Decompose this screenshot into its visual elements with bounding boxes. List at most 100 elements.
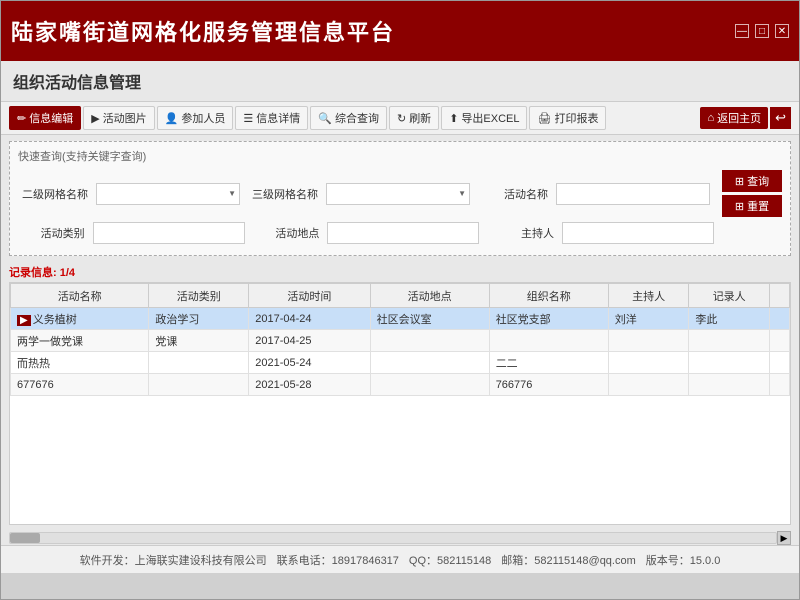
search-area: 快速查询(支持关键字查询) 二级网格名称 三级网格名称 活动名称 ⊞ 查询 bbox=[9, 141, 791, 256]
tab-comprehensive-query[interactable]: 🔍 综合查询 bbox=[310, 106, 387, 130]
app-title: 陆家嘴街道网格化服务管理信息平台 bbox=[11, 15, 395, 47]
cell-name: 677676 bbox=[11, 374, 149, 396]
level2-grid-select[interactable] bbox=[96, 183, 240, 205]
table-container[interactable]: 活动名称 活动类别 活动时间 活动地点 组织名称 主持人 记录人 ▶义务植树政治… bbox=[9, 282, 791, 525]
export-excel-label: 导出EXCEL bbox=[461, 110, 519, 126]
cell-recorder: 李此 bbox=[689, 308, 770, 330]
reset-btn[interactable]: ⊞ 重置 bbox=[722, 195, 782, 217]
maximize-btn[interactable]: □ bbox=[755, 24, 769, 38]
search-row-2: 活动类别 活动地点 主持人 bbox=[18, 222, 782, 244]
tab-participants[interactable]: 👤 参加人员 bbox=[157, 106, 234, 130]
cell-place: 社区会议室 bbox=[370, 308, 489, 330]
status-bar: 软件开发：上海联实建设科技有限公司 联系电话：18917846317 QQ：58… bbox=[1, 545, 799, 573]
refresh-label: 刷新 bbox=[409, 110, 431, 126]
cell-host: 刘洋 bbox=[608, 308, 689, 330]
level3-grid-select-wrapper bbox=[326, 183, 470, 205]
reset-icon: ⊞ bbox=[735, 200, 744, 213]
table-row[interactable]: ▶义务植树政治学习2017-04-24社区会议室社区党支部刘洋李此 bbox=[11, 308, 790, 330]
activity-place-label: 活动地点 bbox=[253, 225, 320, 241]
query-btn[interactable]: ⊞ 查询 bbox=[722, 170, 782, 192]
level2-grid-select-wrapper bbox=[96, 183, 240, 205]
email-info: 邮箱：582115148@qq.com bbox=[501, 552, 635, 568]
cell-time: 2017-04-24 bbox=[249, 308, 370, 330]
cell-org: 二二 bbox=[489, 352, 608, 374]
col-activity-category: 活动类别 bbox=[149, 284, 249, 308]
scroll-right-btn[interactable]: ▶ bbox=[777, 531, 791, 545]
table-row[interactable]: 而热热 2021-05-24 二二 bbox=[11, 352, 790, 374]
photo-icon: ▶ bbox=[91, 112, 99, 125]
cell-extra bbox=[770, 308, 790, 330]
close-btn[interactable]: ✕ bbox=[775, 24, 789, 38]
minimize-btn[interactable]: — bbox=[735, 24, 749, 38]
developer-info: 软件开发：上海联实建设科技有限公司 bbox=[80, 552, 267, 568]
activity-name-input[interactable] bbox=[556, 183, 710, 205]
cell-name: 而热热 bbox=[11, 352, 149, 374]
cell-time: 2021-05-28 bbox=[249, 374, 370, 396]
tab-info-detail[interactable]: ☰ 信息详情 bbox=[235, 106, 308, 130]
cell-org: 社区党支部 bbox=[489, 308, 608, 330]
tab-activity-photo[interactable]: ▶ 活动图片 bbox=[83, 106, 154, 130]
col-extra bbox=[770, 284, 790, 308]
qq-info: QQ：582115148 bbox=[409, 552, 491, 568]
refresh-btn[interactable]: ↻ 刷新 bbox=[389, 106, 439, 130]
info-edit-label: 信息编辑 bbox=[29, 110, 73, 126]
activity-category-label: 活动类别 bbox=[18, 225, 85, 241]
participants-icon: 👤 bbox=[165, 112, 179, 125]
cell-recorder bbox=[689, 330, 770, 352]
home-icon: ⌂ bbox=[707, 112, 714, 124]
col-activity-place: 活动地点 bbox=[370, 284, 489, 308]
cell-host bbox=[608, 352, 689, 374]
search-row-1: 二级网格名称 三级网格名称 活动名称 ⊞ 查询 ⊞ bbox=[18, 170, 782, 217]
table-row[interactable]: 两学一做党课党课2017-04-25 bbox=[11, 330, 790, 352]
cell-place bbox=[370, 374, 489, 396]
main-content: 组织活动信息管理 ✏ 信息编辑 ▶ 活动图片 👤 参加人员 ☰ 信息详情 🔍 综… bbox=[1, 61, 799, 573]
level2-grid-label: 二级网格名称 bbox=[18, 186, 88, 202]
cell-host bbox=[608, 330, 689, 352]
col-activity-time: 活动时间 bbox=[249, 284, 370, 308]
cell-org bbox=[489, 330, 608, 352]
table-header-row: 活动名称 活动类别 活动时间 活动地点 组织名称 主持人 记录人 bbox=[11, 284, 790, 308]
detail-icon: ☰ bbox=[243, 112, 253, 125]
cell-place bbox=[370, 352, 489, 374]
activity-category-input[interactable] bbox=[93, 222, 245, 244]
tab-info-edit[interactable]: ✏ 信息编辑 bbox=[9, 106, 81, 130]
refresh-icon: ↻ bbox=[397, 112, 406, 125]
cell-category: 政治学习 bbox=[149, 308, 249, 330]
toolbar: ✏ 信息编辑 ▶ 活动图片 👤 参加人员 ☰ 信息详情 🔍 综合查询 ↻ 刷新 … bbox=[1, 102, 799, 135]
cell-org: 766776 bbox=[489, 374, 608, 396]
page-heading: 组织活动信息管理 bbox=[1, 61, 799, 102]
cell-time: 2021-05-24 bbox=[249, 352, 370, 374]
export-excel-btn[interactable]: ⬆ 导出EXCEL bbox=[441, 106, 527, 130]
records-info: 记录信息: 1/4 bbox=[1, 262, 799, 282]
data-table: 活动名称 活动类别 活动时间 活动地点 组织名称 主持人 记录人 ▶义务植树政治… bbox=[10, 283, 790, 396]
print-btn[interactable]: 🖨 打印报表 bbox=[529, 106, 606, 130]
table-row[interactable]: 677676 2021-05-28 766776 bbox=[11, 374, 790, 396]
col-host: 主持人 bbox=[608, 284, 689, 308]
home-btn[interactable]: ⌂ 返回主页 bbox=[700, 107, 768, 129]
edit-icon: ✏ bbox=[17, 112, 26, 125]
search-area-title: 快速查询(支持关键字查询) bbox=[18, 148, 782, 164]
col-recorder: 记录人 bbox=[689, 284, 770, 308]
host-input[interactable] bbox=[562, 222, 714, 244]
cell-name: 两学一做党课 bbox=[11, 330, 149, 352]
activity-place-input[interactable] bbox=[327, 222, 479, 244]
cell-extra bbox=[770, 374, 790, 396]
activity-name-label: 活动名称 bbox=[478, 186, 548, 202]
cell-time: 2017-04-25 bbox=[249, 330, 370, 352]
h-scrollbar[interactable] bbox=[9, 532, 777, 544]
home-arrow-btn[interactable]: ↩ bbox=[770, 107, 791, 129]
cell-extra bbox=[770, 352, 790, 374]
cell-name: ▶义务植树 bbox=[11, 308, 149, 330]
cell-category bbox=[149, 352, 249, 374]
export-icon: ⬆ bbox=[449, 112, 458, 125]
activity-photo-label: 活动图片 bbox=[103, 110, 147, 126]
cell-recorder bbox=[689, 352, 770, 374]
print-label: 打印报表 bbox=[554, 110, 598, 126]
home-label: 返回主页 bbox=[717, 110, 761, 126]
col-activity-name: 活动名称 bbox=[11, 284, 149, 308]
cell-extra bbox=[770, 330, 790, 352]
query-icon: 🔍 bbox=[318, 112, 332, 125]
host-label: 主持人 bbox=[487, 225, 554, 241]
level3-grid-select[interactable] bbox=[326, 183, 470, 205]
cell-category: 党课 bbox=[149, 330, 249, 352]
